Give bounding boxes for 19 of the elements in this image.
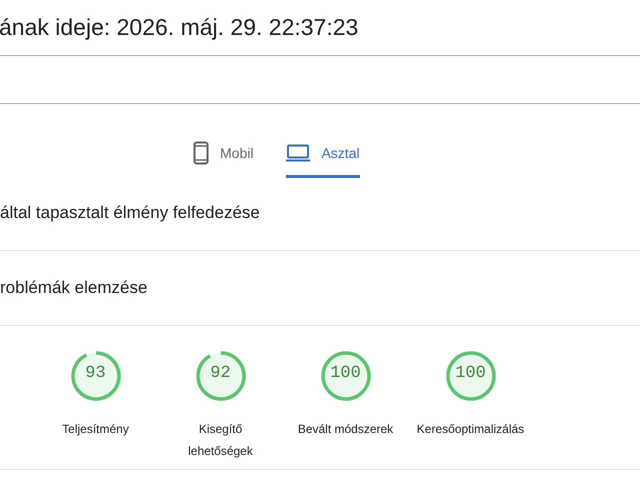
section-title[interactable]: roblémák elemzése	[0, 278, 148, 298]
laptop-icon	[286, 144, 310, 162]
score-value: 93	[85, 364, 106, 383]
report-time: ának ideje: 2026. máj. 29. 22:37:23	[0, 14, 358, 41]
score-label: Kisegítő lehetőségek	[187, 421, 254, 460]
score-label: Bevált módszerek	[296, 421, 394, 438]
device-tab[interactable]: Mobil	[193, 139, 254, 178]
section-title[interactable]: által tapasztalt élmény felfedezése	[0, 203, 260, 223]
score-gauge	[320, 350, 372, 402]
score-gauge	[70, 350, 122, 402]
score-label: Keresőoptimalizálás	[416, 421, 526, 438]
phone-icon	[193, 141, 209, 165]
score-value: 100	[455, 364, 486, 383]
score-gauge	[194, 350, 246, 402]
score-gauge	[444, 350, 496, 402]
score-value: 92	[210, 364, 231, 383]
score-value: 100	[330, 364, 361, 383]
score-label: Teljesítmény	[61, 421, 130, 438]
device-tab[interactable]: Asztal	[286, 139, 360, 178]
